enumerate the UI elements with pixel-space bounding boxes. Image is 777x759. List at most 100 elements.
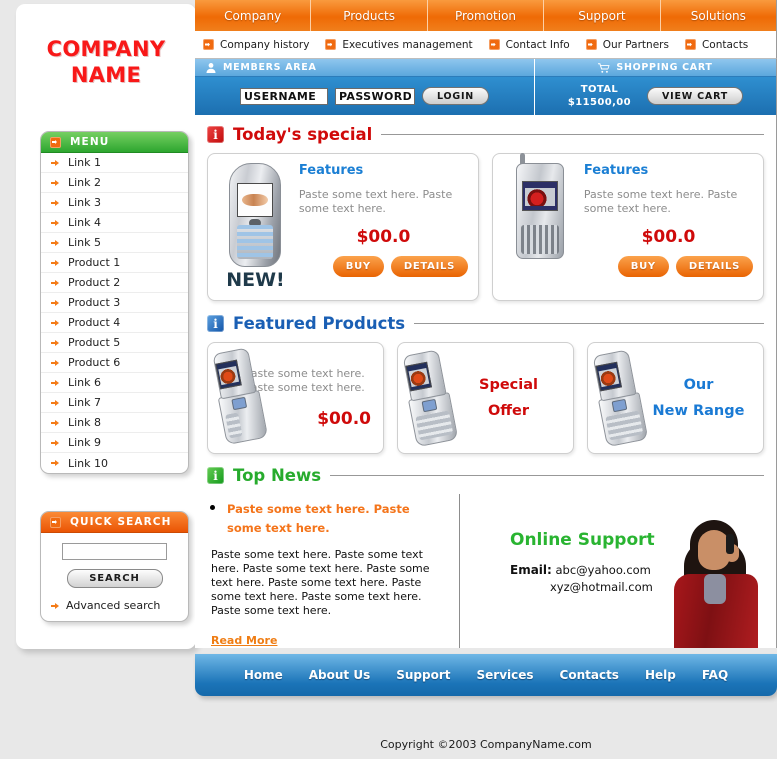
sidebar-item-link-9[interactable]: Link 9 [41,433,188,453]
phone-illustration [398,348,461,448]
footer-link-home[interactable]: Home [244,668,283,682]
subnav-item-contacts[interactable]: Contacts [684,39,748,51]
menu-item-label: Link 6 [68,376,102,389]
price-label: $00.0 [356,227,411,247]
details-button[interactable]: DETAILS [390,256,468,277]
company-name-line2: NAME [70,63,142,87]
nav-item-products[interactable]: Products [311,0,428,31]
subnav-label: Company history [220,38,310,51]
subnav-item-our-partners[interactable]: Our Partners [585,39,669,51]
arrow-right-icon [51,199,59,207]
username-input[interactable] [239,87,328,105]
email-value-1[interactable]: abc@yahoo.com [555,563,650,577]
search-input[interactable] [62,543,167,560]
news-list-item: Paste some text here. Paste some text he… [227,498,445,536]
company-logo: COMPANY NAME [16,36,196,88]
todays-special-heading: i Today's special [207,125,764,144]
featured-card-3[interactable]: Our New Range [587,342,764,454]
phone-illustration [207,347,269,446]
members-area-label: MEMBERS AREA [223,62,317,73]
headline-line-1: Special [479,377,538,393]
email-value-2[interactable]: xyz@hotmail.com [550,580,653,594]
menu-item-label: Link 10 [68,456,109,470]
nav-item-company[interactable]: Company [195,0,312,31]
online-support-column: Online Support Email: abc@yahoo.com xyz@… [460,494,764,648]
members-cart-band: MEMBERS AREA LOGIN SHOPPING CART [195,59,777,115]
sidebar-item-link-5[interactable]: Link 5 [41,233,188,253]
buy-button[interactable]: BUY [332,256,384,277]
read-more-link[interactable]: Read More [211,634,277,647]
news-support-row: Paste some text here. Paste some text he… [207,494,764,648]
arrow-right-icon [51,239,59,247]
login-button[interactable]: LOGIN [421,87,490,105]
info-icon: i [207,315,224,332]
arrow-right-icon [51,379,59,387]
arrow-square-icon [488,39,500,50]
features-text: Paste some text here. Paste some text he… [298,188,453,215]
sidebar-item-product-2[interactable]: Product 2 [41,273,188,293]
featured-card-2[interactable]: Special Offer [397,342,574,454]
sidebar-item-link-1[interactable]: Link 1 [41,153,188,173]
featured-card-1[interactable]: Paste some text here. Paste some text he… [207,342,384,454]
footer-link-faq[interactable]: FAQ [702,668,728,682]
sidebar-item-product-1[interactable]: Product 1 [41,253,188,273]
features-title: Features [298,163,364,178]
special-card-1[interactable]: NEW! Features Paste some text here. Past… [207,153,479,301]
sidebar-item-link-7[interactable]: Link 7 [41,393,188,413]
info-icon: i [207,467,224,484]
advanced-search-label: Advanced search [66,599,161,612]
arrow-right-icon [51,399,59,407]
features-text: Paste some text here. Paste some text he… [583,188,738,215]
buy-button[interactable]: BUY [617,256,669,277]
details-button[interactable]: DETAILS [675,256,753,277]
menu-item-label: Product 4 [68,316,121,329]
footer-link-contacts[interactable]: Contacts [560,668,619,682]
menu-panel: MENU Link 1 Link 2 Link 3 Link 4 Link 5 … [40,131,189,474]
sidebar-item-product-5[interactable]: Product 5 [41,333,188,353]
subnav-item-executives-management[interactable]: Executives management [325,39,473,51]
nav-item-support[interactable]: Support [544,0,661,31]
main-content: Company Products Promotion Support Solut… [195,0,777,730]
menu-list: Link 1 Link 2 Link 3 Link 4 Link 5 Produ… [41,153,188,473]
arrow-right-icon [51,359,59,367]
footer-link-services[interactable]: Services [477,668,534,682]
view-cart-button[interactable]: VIEW CART [647,87,744,105]
sidebar-item-product-3[interactable]: Product 3 [41,293,188,313]
menu-item-label: Link 3 [68,196,102,209]
subnav-item-contact-info[interactable]: Contact Info [488,38,570,51]
footer-link-about-us[interactable]: About Us [309,668,370,682]
advanced-search-link[interactable]: Advanced search [51,599,188,612]
footer-link-help[interactable]: Help [645,668,676,682]
search-button[interactable]: SEARCH [66,569,163,588]
sidebar-item-link-2[interactable]: Link 2 [41,173,188,193]
sidebar-item-product-6[interactable]: Product 6 [41,353,188,373]
product-image-1: NEW! [218,163,293,291]
arrow-square-icon [50,516,61,528]
sidebar-item-link-3[interactable]: Link 3 [41,193,188,213]
password-input[interactable] [334,87,415,105]
footer-link-support[interactable]: Support [396,668,450,682]
divider [330,475,764,476]
cart-total-label: TOTAL [580,84,619,95]
menu-item-label: Product 6 [68,356,121,369]
sidebar-item-product-4[interactable]: Product 4 [41,313,188,333]
sidebar-item-link-10[interactable]: Link 10 [41,453,188,473]
nav-item-solutions[interactable]: Solutions [661,0,776,31]
news-body-text: Paste some text here. Paste some text he… [211,548,430,617]
primary-navigation: Company Products Promotion Support Solut… [195,0,777,31]
special-card-2[interactable]: Features Paste some text here. Paste som… [492,153,764,301]
person-icon [206,62,216,73]
arrow-square-icon [50,136,61,148]
sidebar-item-link-4[interactable]: Link 4 [41,213,188,233]
todays-special-cards: NEW! Features Paste some text here. Past… [207,153,764,301]
subnav-label: Contact Info [505,38,570,51]
nav-item-promotion[interactable]: Promotion [428,0,545,31]
card-actions: BUY DETAILS [584,256,753,277]
sidebar-item-link-6[interactable]: Link 6 [41,373,188,393]
divider [414,323,764,324]
menu-item-label: Link 4 [68,216,102,229]
subnav-item-company-history[interactable]: Company history [203,39,309,51]
headline-line-2: New Range [652,403,745,419]
quick-search-body: SEARCH Advanced search [41,533,188,621]
sidebar-item-link-8[interactable]: Link 8 [41,413,188,433]
